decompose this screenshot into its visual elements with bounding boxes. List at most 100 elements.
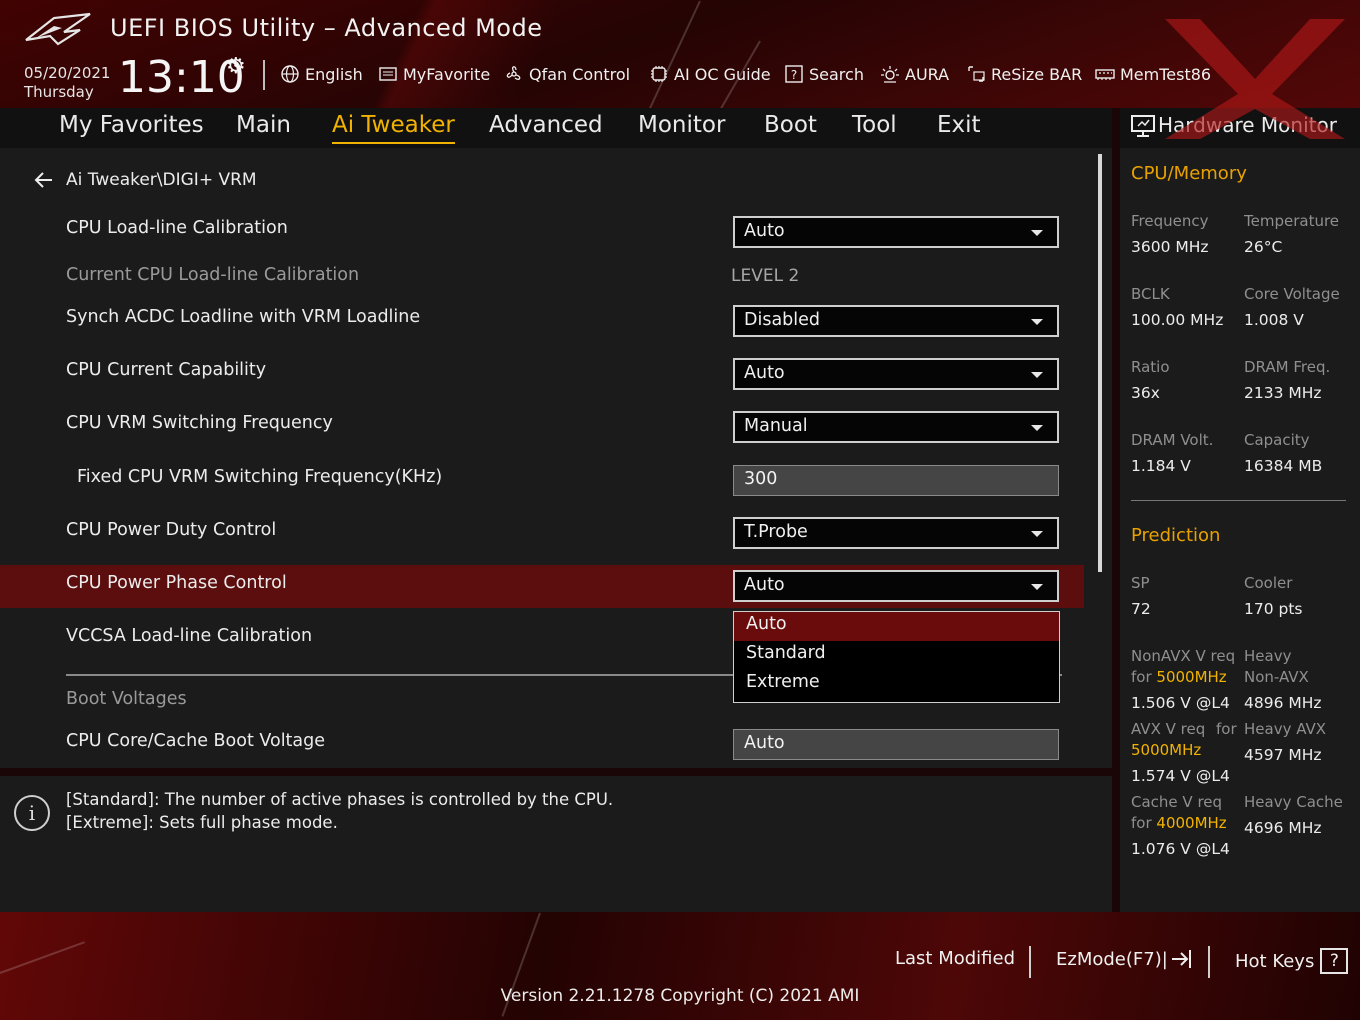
dropdown-caret-icon [1031, 319, 1043, 325]
qfan-control-button[interactable]: Qfan Control [503, 62, 630, 86]
bclk-value: 100.00 MHz [1131, 311, 1224, 329]
dram-freq-label: DRAM Freq. [1244, 358, 1331, 376]
vrm-switching-frequency-select[interactable]: Manual [733, 411, 1059, 443]
svg-text:?: ? [791, 68, 797, 82]
background-streak [0, 941, 85, 974]
avx-value: 1.574 V @L4 [1131, 767, 1230, 785]
resize-bar-button[interactable]: ReSize BAR [965, 62, 1082, 86]
help-text-line: [Extreme]: Sets full phase mode. [66, 813, 338, 832]
dram-freq-value: 2133 MHz [1244, 384, 1322, 402]
tab-boot[interactable]: Boot [764, 112, 817, 146]
cpu-memory-heading: CPU/Memory [1131, 163, 1247, 184]
memtest-label: MemTest86 [1120, 64, 1212, 84]
temperature-label: Temperature [1244, 212, 1340, 230]
ai-oc-guide-button[interactable]: AI OC Guide [648, 62, 771, 86]
last-modified-label: Last Modified [895, 948, 1016, 969]
bclk-label: BCLK [1131, 285, 1170, 303]
cache-for: for [1131, 814, 1152, 832]
heavy-avx-value: 4597 MHz [1244, 746, 1322, 764]
app-title: UEFI BIOS Utility – Advanced Mode [110, 14, 543, 42]
footer-separator [1029, 946, 1031, 978]
date-text: 05/20/2021 [24, 64, 111, 82]
question-icon: ? [1320, 948, 1349, 974]
dropdown-caret-icon [1031, 372, 1043, 378]
setting-label-power-phase-control: CPU Power Phase Control [66, 573, 287, 593]
ratio-label: Ratio [1131, 358, 1170, 376]
back-arrow-icon[interactable] [32, 170, 58, 190]
resize-bar-icon [965, 63, 987, 85]
language-button[interactable]: English [279, 62, 363, 86]
ratio-value: 36x [1131, 384, 1160, 402]
nonavx-for: for [1131, 668, 1152, 686]
search-button[interactable]: ? Search [783, 62, 864, 86]
dropdown-option-extreme[interactable]: Extreme [734, 670, 1059, 699]
weekday-text: Thursday [24, 83, 94, 101]
nonavx-value: 1.506 V @L4 [1131, 694, 1230, 712]
resize-bar-label: ReSize BAR [991, 64, 1083, 84]
dropdown-option-standard[interactable]: Standard [734, 641, 1059, 670]
myfavorite-button[interactable]: MyFavorite [377, 62, 490, 86]
language-label: English [305, 64, 363, 84]
hot-keys-button[interactable]: Hot Keys ? [1235, 948, 1349, 974]
cpu-llc-value: Auto [744, 221, 785, 241]
hardware-monitor-header: Hardware Monitor [1120, 108, 1360, 148]
setting-label-cpu-current-capability: CPU Current Capability [66, 360, 267, 380]
favorite-list-icon [377, 63, 399, 85]
setting-label-power-duty-control: CPU Power Duty Control [66, 520, 277, 540]
sp-value: 72 [1131, 600, 1151, 618]
current-cpu-llc-value: LEVEL 2 [731, 266, 800, 286]
ezmode-button[interactable]: EzMode(F7)| [1056, 948, 1196, 970]
clock-settings-gear-icon[interactable]: ⚙ [226, 54, 246, 79]
cache-for-line: for 4000MHz [1131, 814, 1227, 832]
power-phase-control-select[interactable]: Auto [733, 570, 1059, 602]
power-duty-control-value: T.Probe [744, 522, 808, 542]
search-label: Search [809, 64, 864, 84]
setting-label-vccsa-llc: VCCSA Load-line Calibration [66, 626, 313, 646]
help-text-line: [Standard]: The number of active phases … [66, 790, 614, 809]
ai-oc-guide-label: AI OC Guide [674, 64, 771, 84]
tab-my-favorites[interactable]: My Favorites [59, 112, 204, 146]
cpu-current-capability-value: Auto [744, 363, 785, 383]
fixed-vrm-frequency-input[interactable]: 300 [733, 465, 1059, 496]
core-cache-boot-voltage-input[interactable]: Auto [733, 729, 1059, 760]
cache-value: 1.076 V @L4 [1131, 840, 1230, 858]
myfavorite-label: MyFavorite [403, 64, 491, 84]
cpu-current-capability-select[interactable]: Auto [733, 358, 1059, 390]
exit-arrow-icon [1171, 950, 1191, 968]
nonavx-for-line: for 5000MHz [1131, 668, 1227, 686]
tab-monitor[interactable]: Monitor [638, 112, 725, 146]
ai-chip-icon [648, 63, 670, 85]
power-duty-control-select[interactable]: T.Probe [733, 517, 1059, 549]
synch-acdc-select[interactable]: Disabled [733, 305, 1059, 337]
sp-label: SP [1131, 574, 1150, 592]
settings-scrollbar[interactable] [1098, 154, 1102, 572]
dram-volt-value: 1.184 V [1131, 457, 1191, 475]
cpu-llc-select[interactable]: Auto [733, 216, 1059, 248]
power-phase-dropdown-list: Auto Standard Extreme [733, 611, 1060, 703]
hardware-monitor-title: Hardware Monitor [1158, 113, 1337, 137]
synch-acdc-value: Disabled [744, 310, 821, 330]
dropdown-caret-icon [1031, 230, 1043, 236]
aura-button[interactable]: AURA [879, 62, 949, 86]
fan-icon [503, 63, 525, 85]
section-boot-voltages: Boot Voltages [66, 689, 187, 709]
power-phase-control-value: Auto [744, 575, 785, 595]
memtest-button[interactable]: MemTest86 [1094, 62, 1211, 86]
heavy-nonavx-label: Heavy [1244, 647, 1292, 665]
tab-main[interactable]: Main [236, 112, 291, 146]
setting-label-synch-acdc: Synch ACDC Loadline with VRM Loadline [66, 307, 421, 327]
footer-separator [1208, 946, 1210, 978]
avx-for: for [1216, 720, 1237, 738]
breadcrumb-path: Ai Tweaker\DIGI+ VRM [66, 170, 257, 190]
dropdown-option-auto[interactable]: Auto [734, 612, 1059, 641]
vrm-switching-frequency-value: Manual [744, 416, 808, 436]
tab-ai-tweaker[interactable]: Ai Tweaker [332, 112, 455, 146]
prediction-heading: Prediction [1131, 525, 1221, 546]
tab-exit[interactable]: Exit [937, 112, 981, 146]
tab-advanced[interactable]: Advanced [489, 112, 603, 146]
dropdown-caret-icon [1031, 531, 1043, 537]
avx-freq: 5000MHz [1131, 741, 1202, 759]
tab-tool[interactable]: Tool [852, 112, 897, 146]
frequency-value: 3600 MHz [1131, 238, 1209, 256]
last-modified-button[interactable]: Last Modified [895, 948, 1015, 969]
